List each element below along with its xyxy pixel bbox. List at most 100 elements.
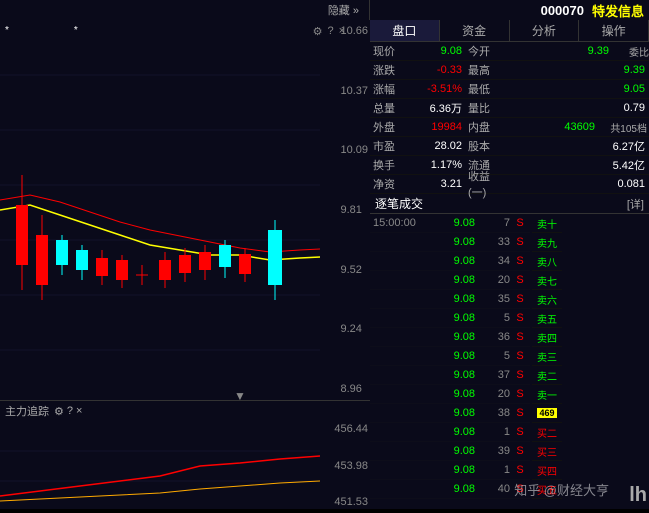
trade-type: S: [510, 274, 530, 286]
help-icon[interactable]: ?: [327, 25, 333, 38]
buy-3: 买四: [532, 461, 562, 480]
gb-label: 股本: [466, 138, 494, 154]
trade-price: 9.08: [430, 483, 475, 495]
tab-pankou[interactable]: 盘口: [370, 20, 440, 41]
sell-6: 卖六: [532, 290, 562, 309]
bottom-close-icon[interactable]: ×: [76, 405, 82, 417]
info-row-sy: 市盈 28.02 股本 6.27亿: [370, 137, 649, 156]
trade-type: S: [510, 445, 530, 457]
bottom-help-icon[interactable]: ?: [67, 405, 73, 417]
gb-val: 6.27亿: [494, 138, 649, 154]
sell-5: 卖五: [532, 309, 562, 328]
zg-label: 最高: [466, 62, 494, 78]
trade-type: S: [510, 293, 530, 305]
hide-button[interactable]: 隐藏 »: [328, 2, 359, 18]
bottom-chart-svg: [0, 421, 320, 510]
info-row-wp: 外盘 19984 内盘 43609 共105档: [370, 118, 649, 137]
main-chart: 10.66 10.37 10.09 9.81 9.52 9.24 8.96 * …: [0, 20, 370, 400]
tab-fenxi[interactable]: 分析: [510, 20, 580, 41]
sy2-label: 收益(一): [466, 168, 494, 200]
stock-name: 特发信息: [592, 1, 644, 20]
trade-vol: 5: [475, 312, 510, 324]
wp-val: 19984: [406, 121, 466, 133]
trade-rows: 15:00:00 9.08 7 S 9.08 33 S 9.08 34 S 9.…: [370, 214, 530, 499]
zf-label: 涨幅: [370, 81, 406, 97]
trade-price: 9.08: [430, 426, 475, 438]
trade-row: 15:00:00 9.08 7 S: [370, 214, 530, 233]
wp-label: 外盘: [370, 119, 406, 135]
lb-val: 0.79: [494, 102, 649, 114]
trade-type: S: [510, 464, 530, 476]
info-row-zl: 总量 6.36万 量比 0.79: [370, 99, 649, 118]
trade-type: S: [510, 331, 530, 343]
trade-row: 9.08 34 S: [370, 252, 530, 271]
trade-type: S: [510, 426, 530, 438]
trade-price: 9.08: [430, 293, 475, 305]
trade-type: S: [510, 388, 530, 400]
trade-row: 9.08 35 S: [370, 290, 530, 309]
zf-val: -3.51%: [406, 83, 466, 95]
bottom-chart: 主力追踪 ⚙ ? × 456.44 453.98 451.53: [0, 400, 370, 509]
trade-row: 9.08 39 S: [370, 442, 530, 461]
zg-val: 9.39: [494, 64, 649, 76]
sy-val: 28.02: [406, 140, 466, 152]
np-val: 43609: [494, 121, 599, 133]
sell-7: 卖七: [532, 271, 562, 290]
trade-vol: 1: [475, 464, 510, 476]
trade-vol: 20: [475, 274, 510, 286]
stock-code: 000070: [541, 3, 584, 18]
trade-vol: 7: [475, 217, 510, 229]
trade-type: S: [510, 217, 530, 229]
trade-time: 15:00:00: [370, 217, 430, 229]
trade-detail-link[interactable]: [详]: [627, 196, 644, 212]
lb-label: 量比: [466, 100, 494, 116]
trade-price: 9.08: [430, 236, 475, 248]
badge-469: 469: [537, 408, 556, 418]
trade-row: 9.08 5 S: [370, 347, 530, 366]
jz-label: 净资: [370, 176, 406, 192]
bottom-price-labels: 456.44 453.98 451.53: [334, 421, 368, 510]
xj-label: 现价: [370, 43, 406, 59]
jk-val: 9.39: [494, 45, 613, 57]
sell-10: 卖十: [532, 214, 562, 233]
tab-zijin[interactable]: 资金: [440, 20, 510, 41]
bottom-gear-icon[interactable]: ⚙: [54, 405, 64, 418]
trade-vol: 20: [475, 388, 510, 400]
zd2-val: 9.05: [494, 83, 649, 95]
info-row-xj: 现价 9.08 今开 9.39 委比: [370, 42, 649, 61]
stock-title: 000070 特发信息: [370, 0, 649, 20]
sell-4: 卖四: [532, 328, 562, 347]
trade-row: 9.08 20 S: [370, 271, 530, 290]
tab-caozuo[interactable]: 操作: [579, 20, 649, 41]
trade-price: 9.08: [430, 255, 475, 267]
bottom-chart-bar: 主力追踪 ⚙ ? ×: [0, 401, 370, 421]
main-force-label: 主力追踪: [5, 403, 49, 419]
info-row-hs: 换手 1.17% 流通 5.42亿: [370, 156, 649, 175]
trade-vol: 40: [475, 483, 510, 495]
trade-price: 9.08: [430, 350, 475, 362]
watermark: 知乎 @财经大亨: [514, 480, 609, 499]
np-label: 内盘: [466, 119, 494, 135]
sell-9: 卖九: [532, 233, 562, 252]
price-labels: 10.66 10.37 10.09 9.81 9.52 9.24 8.96: [340, 20, 368, 400]
zl-label: 总量: [370, 100, 406, 116]
xj-val: 9.08: [406, 45, 466, 57]
lt-val: 5.42亿: [494, 157, 649, 173]
trade-vol: 33: [475, 236, 510, 248]
bottom-corner-text: lh: [627, 482, 649, 509]
right-panel: 000070 特发信息 盘口 资金 分析 操作 现价 9.08 今开 9.39 …: [370, 0, 649, 509]
close-icon[interactable]: ×: [339, 25, 345, 38]
sell-3: 卖三: [532, 347, 562, 366]
trade-vol: 38: [475, 407, 510, 419]
zl-val: 6.36万: [406, 100, 466, 116]
jz-val: 3.21: [406, 178, 466, 190]
zd2-label: 最低: [466, 81, 494, 97]
sy2-val: 0.081: [494, 178, 649, 190]
trade-vol: 1: [475, 426, 510, 438]
total-档: 共105档: [599, 120, 649, 135]
trade-row: 9.08 38 S: [370, 404, 530, 423]
trade-price: 9.08: [430, 369, 475, 381]
trade-row: 9.08 40 S: [370, 480, 530, 499]
sell-2: 卖二: [532, 366, 562, 385]
trade-vol: 37: [475, 369, 510, 381]
